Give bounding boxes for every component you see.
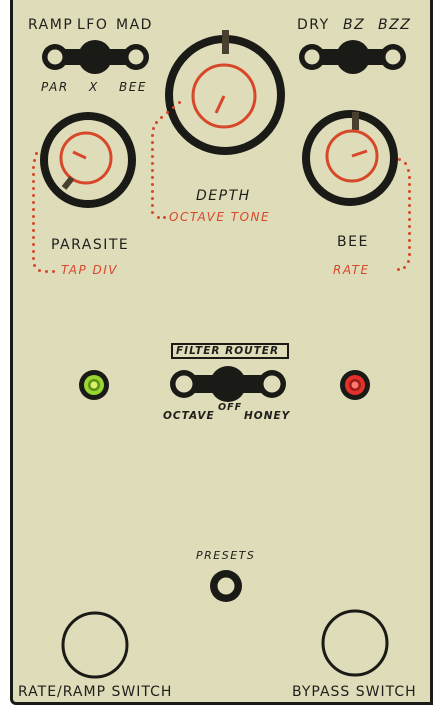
- filter-router-title-box: FILTER ROUTER: [171, 343, 289, 359]
- bypass-switch-label: BYPASS SWITCH: [292, 684, 417, 700]
- bee-knob[interactable]: [300, 108, 400, 208]
- mode-switch[interactable]: [40, 38, 152, 78]
- parasite-label: PARASITE: [51, 237, 130, 253]
- tap-div-label: TAP DIV: [61, 263, 118, 277]
- mode-label-mad: MAD: [116, 17, 153, 33]
- mode-label-lfo: LFO: [77, 17, 109, 33]
- mode-sub-label-par: PAR: [41, 80, 69, 94]
- filter-router-title: FILTER ROUTER: [176, 345, 280, 357]
- filter-router-switch[interactable]: [166, 362, 290, 406]
- filter-option-off: OFF: [218, 402, 243, 413]
- filter-option-honey: HONEY: [244, 410, 291, 422]
- mode-label-ramp: RAMP: [28, 17, 74, 33]
- presets-button[interactable]: [207, 567, 245, 605]
- led-red-icon: [340, 370, 370, 400]
- rate-ramp-footswitch[interactable]: [60, 610, 130, 680]
- depth-knob[interactable]: [160, 30, 290, 160]
- mode-sub-label-bee: BEE: [119, 80, 147, 94]
- mix-label-bzz: BZZ: [378, 17, 412, 33]
- octave-tone-label: OCTAVE TONE: [169, 210, 271, 224]
- parasite-knob[interactable]: [38, 110, 138, 210]
- rate-ramp-switch-label: RATE/RAMP SWITCH: [18, 684, 173, 700]
- mix-label-dry: DRY: [297, 17, 330, 33]
- bee-label: BEE: [337, 234, 369, 250]
- led-green-icon: [79, 370, 109, 400]
- presets-label: PRESETS: [196, 549, 256, 562]
- mix-label-bz: BZ: [343, 17, 366, 33]
- depth-label: DEPTH: [196, 188, 251, 204]
- rate-label: RATE: [333, 263, 370, 277]
- filter-option-octave: OCTAVE: [163, 410, 215, 422]
- mix-switch[interactable]: [296, 38, 410, 78]
- mode-sub-label-x: X: [89, 80, 99, 94]
- bypass-footswitch[interactable]: [320, 608, 390, 678]
